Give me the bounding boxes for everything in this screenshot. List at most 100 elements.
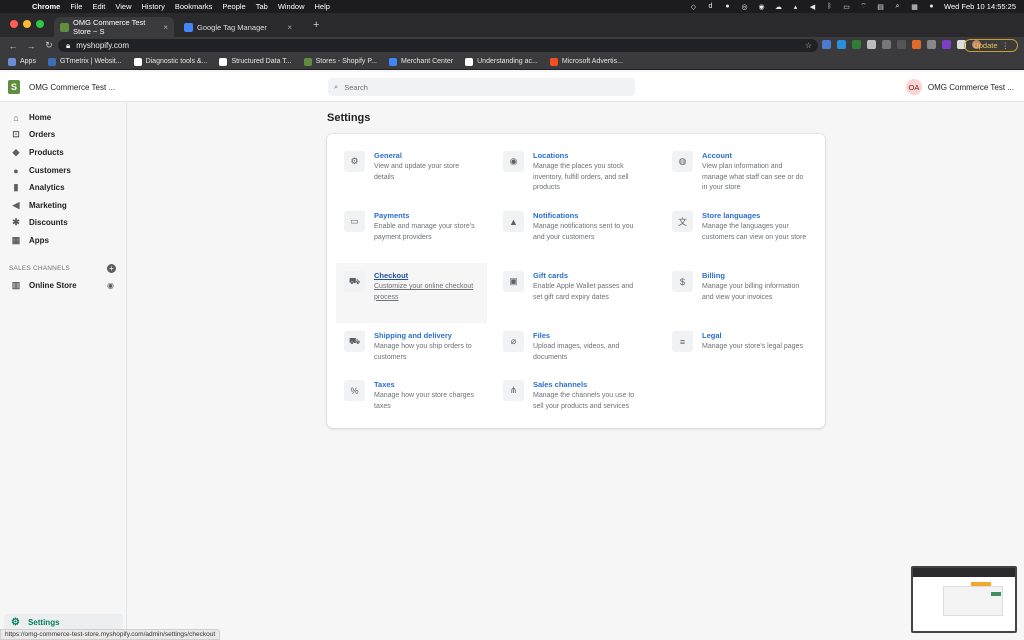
close-window-button[interactable] [10, 20, 18, 28]
menu-history[interactable]: History [142, 2, 165, 11]
status-icon[interactable]: d [706, 3, 715, 11]
bell-icon: ▲ [503, 211, 524, 232]
status-icon[interactable]: ◉ [757, 3, 766, 11]
settings-item-gift-cards[interactable]: ▣ Gift cards Enable Apple Wallet passes an… [495, 263, 646, 323]
store-name[interactable]: OMG Commerce Test ... [29, 83, 115, 92]
extension-icon[interactable] [897, 40, 906, 49]
sidebar-item-discounts[interactable]: ✱ Discounts [0, 214, 127, 231]
settings-item-title: Notifications [533, 211, 579, 220]
bookmark-item[interactable]: Diagnostic tools &... [133, 57, 207, 66]
bookmark-item[interactable]: Microsoft Advertis... [549, 57, 623, 66]
settings-item-notifications[interactable]: ▲ Notifications Manage notifications sent … [495, 203, 646, 263]
user-menu[interactable]: OA OMG Commerce Test ... [905, 79, 1014, 95]
settings-item-title: Sales channels [533, 380, 588, 389]
address-bar[interactable]: 🔒︎ myshopify.com ☆ [58, 39, 818, 52]
tab-google-tag-manager[interactable]: Google Tag Manager × [178, 17, 298, 37]
sidebar-item-marketing[interactable]: ◀ Marketing [0, 197, 127, 214]
menu-bookmarks[interactable]: Bookmarks [175, 2, 213, 11]
settings-item-checkout[interactable]: ⛟ Checkout Customize your online checkout … [336, 263, 487, 323]
cart-icon: ⛟ [344, 271, 365, 292]
sidebar-item-home[interactable]: ⌂ Home [0, 109, 127, 126]
settings-item-payments[interactable]: ▭ Payments Enable and manage your store's … [336, 203, 487, 263]
reload-button[interactable]: ↻ [44, 40, 54, 51]
bookmark-item[interactable]: Apps [8, 57, 36, 66]
status-icon[interactable]: ▴ [791, 3, 800, 11]
sidebar-item-customers[interactable]: ● Customers [0, 162, 127, 179]
page-title: Settings [327, 112, 371, 124]
extension-icon[interactable] [837, 40, 846, 49]
sidebar-item-apps[interactable]: ▦ Apps [0, 232, 127, 249]
settings-item-locations[interactable]: ◉ Locations Manage the places you stock in… [495, 143, 646, 203]
tax-icon: % [344, 380, 365, 401]
update-button[interactable]: Update ⋮ [964, 39, 1018, 52]
extension-icon[interactable] [882, 40, 891, 49]
menu-people[interactable]: People [222, 2, 245, 11]
spotlight-icon[interactable]: ⌕ [893, 3, 902, 11]
flag-icon[interactable]: ▤ [876, 3, 885, 11]
tab-close-icon[interactable]: × [287, 23, 292, 32]
minimize-window-button[interactable] [23, 20, 31, 28]
status-icon[interactable]: ◎ [740, 3, 749, 11]
settings-item-general[interactable]: ⚙ General View and update your store detai… [336, 143, 487, 203]
extension-icon[interactable] [822, 40, 831, 49]
shopify-logo-icon[interactable]: S [8, 80, 20, 94]
bluetooth-icon[interactable]: ᛒ [825, 3, 834, 11]
menu-window[interactable]: Window [278, 2, 305, 11]
eye-icon[interactable]: ◉ [107, 281, 114, 290]
status-icon[interactable]: ☁ [774, 3, 783, 11]
clock[interactable]: Wed Feb 10 14:55:25 [944, 2, 1016, 11]
bookmark-item[interactable]: Understanding ac... [465, 57, 538, 66]
tab-close-icon[interactable]: × [163, 23, 168, 32]
new-tab-button[interactable]: + [313, 19, 319, 31]
settings-item-title: Billing [702, 271, 725, 280]
back-button[interactable]: ← [8, 41, 18, 51]
sidebar-item-analytics[interactable]: ▮ Analytics [0, 179, 127, 196]
sidebar-item-products[interactable]: ◆ Products [0, 144, 127, 161]
settings-item-legal[interactable]: ≡ Legal Manage your store's legal pages [664, 323, 815, 383]
status-icon[interactable]: ◇ [689, 3, 698, 11]
battery-icon[interactable]: ▭ [842, 3, 851, 11]
menu-extras: ◇ d ● ◎ ◉ ☁ ▴ ◀ ᛒ ▭ ⌔ ▤ ⌕ ▦ ● Wed Feb 10… [689, 0, 1016, 13]
zoom-window-button[interactable] [36, 20, 44, 28]
extension-icon[interactable] [942, 40, 951, 49]
settings-item-billing[interactable]: $ Billing Manage your billing information … [664, 263, 815, 323]
bookmark-item[interactable]: Merchant Center [388, 57, 453, 66]
extension-icon[interactable] [852, 40, 861, 49]
settings-item-account[interactable]: ◍ Account View plan information and manage… [664, 143, 815, 203]
siri-icon[interactable]: ● [927, 3, 936, 11]
menu-view[interactable]: View [115, 2, 131, 11]
extension-icon[interactable] [867, 40, 876, 49]
settings-item-title: Checkout [374, 271, 409, 280]
tab-title: OMG Commerce Test Store ~ S [73, 18, 146, 36]
bookmark-item[interactable]: GTmetrix | Websit... [47, 57, 122, 66]
settings-item-description: Enable Apple Wallet passes and set gift … [533, 283, 634, 301]
screenshot-thumbnail[interactable] [911, 566, 1017, 633]
add-sales-channel-button[interactable]: + [107, 264, 116, 273]
link-status-bar: https://omg-commerce-test-store.myshopif… [0, 629, 221, 640]
status-icon[interactable]: ● [723, 3, 732, 11]
wifi-icon[interactable]: ⌔ [859, 3, 868, 11]
volume-icon[interactable]: ◀ [808, 3, 817, 11]
bookmark-item[interactable]: Stores - Shopify P... [303, 57, 377, 66]
bookmark-item[interactable]: Structured Data T... [219, 57, 292, 66]
menu-help[interactable]: Help [315, 2, 330, 11]
settings-item-description: Manage your store's legal pages [702, 343, 803, 350]
forward-button[interactable]: → [26, 41, 36, 51]
sidebar-item-label: Products [29, 148, 64, 157]
settings-item-store-languages[interactable]: 文 Store languages Manage the languages you… [664, 203, 815, 263]
sidebar-item-orders[interactable]: ⊡ Orders [0, 126, 127, 143]
settings-item-sales-channels[interactable]: ⋔ Sales channels Manage the channels you u… [495, 372, 646, 432]
extension-icon[interactable] [927, 40, 936, 49]
menu-file[interactable]: File [70, 2, 82, 11]
tab-shopify[interactable]: OMG Commerce Test Store ~ S × [54, 17, 174, 37]
extension-icon[interactable] [912, 40, 921, 49]
menu-tab[interactable]: Tab [256, 2, 268, 11]
control-center-icon[interactable]: ▦ [910, 3, 919, 11]
tab-title: Google Tag Manager [197, 22, 267, 32]
menu-chrome[interactable]: Chrome [32, 2, 60, 11]
settings-item-taxes[interactable]: % Taxes Manage how your store charges taxe… [336, 372, 487, 432]
menu-edit[interactable]: Edit [92, 2, 105, 11]
search-input[interactable]: ⌕ Search [328, 78, 635, 96]
thumbnail-content [943, 586, 1003, 616]
bookmark-star-icon[interactable]: ☆ [805, 41, 812, 50]
